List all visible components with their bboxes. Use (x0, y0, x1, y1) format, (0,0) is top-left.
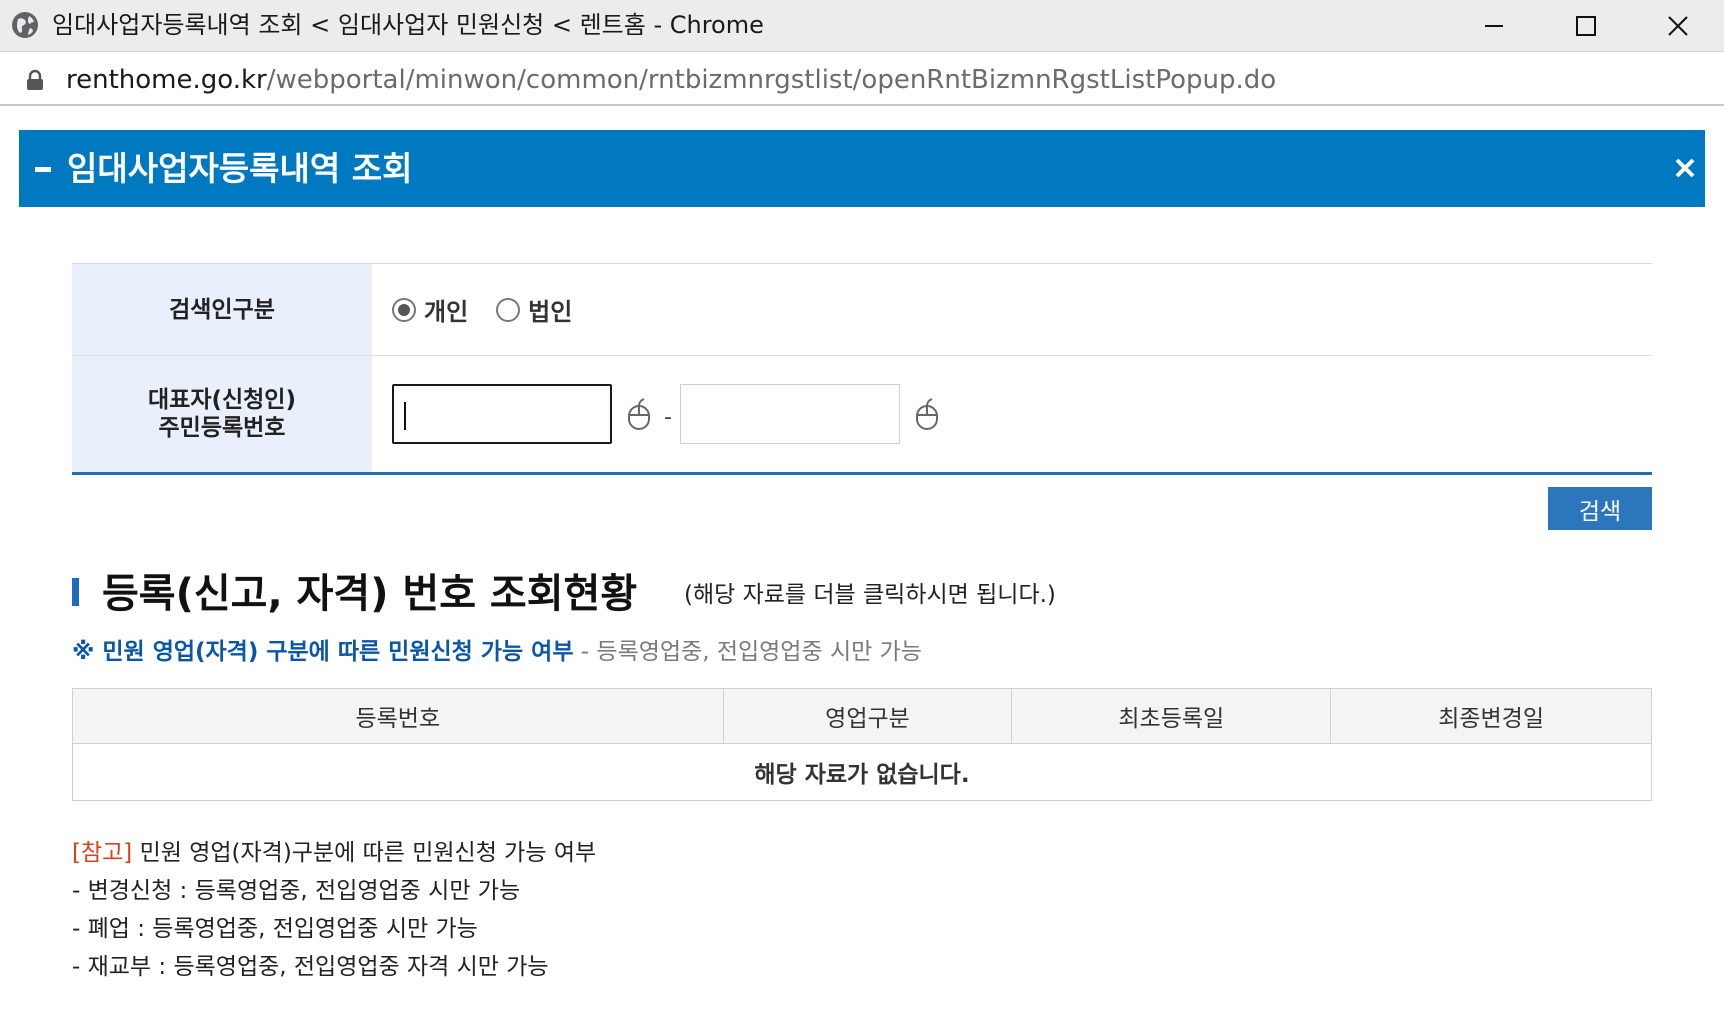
table-header-row: 등록번호 영업구분 최초등록일 최종변경일 (72, 688, 1652, 744)
col-header-registration-number: 등록번호 (72, 688, 724, 744)
mouse-icon (915, 398, 938, 430)
searcher-type-row: 검색인구분 개인 법인 (72, 264, 1652, 356)
popup-close-button[interactable] (1669, 152, 1701, 184)
close-icon (1668, 16, 1688, 36)
url-text[interactable]: renthome.go.kr/webportal/minwon/common/r… (66, 63, 1276, 97)
radio-corporation[interactable]: 법인 (496, 292, 572, 327)
globe-icon (12, 12, 38, 38)
reference-tag: [참고] (72, 840, 133, 866)
url-host: renthome.go.kr (66, 65, 267, 95)
section-title-marker (72, 578, 79, 606)
resident-number-label-line2: 주민등록번호 (158, 415, 286, 441)
notice-strong: ※ 민원 영업(자격) 구분에 따른 민원신청 가능 여부 (72, 639, 574, 665)
note-line: - 변경신청 : 등록영업중, 전입영업중 시만 가능 (72, 878, 521, 904)
radio-individual-label: 개인 (424, 298, 469, 326)
col-header-first-registered: 최초등록일 (1011, 688, 1332, 744)
radio-individual[interactable]: 개인 (392, 292, 468, 327)
address-bar[interactable]: renthome.go.kr/webportal/minwon/common/r… (0, 52, 1724, 106)
result-table: 등록번호 영업구분 최초등록일 최종변경일 해당 자료가 없습니다. (72, 688, 1652, 801)
text-caret (404, 402, 406, 430)
radio-checked-icon (392, 297, 416, 322)
close-icon (1675, 158, 1695, 178)
note-line: - 재교부 : 등록영업중, 전입영업중 자격 시만 가능 (72, 954, 549, 980)
resident-number-row: 대표자(신청인) 주민등록번호 - (72, 356, 1652, 475)
popup-title: 임대사업자등록내역 조회 (67, 149, 413, 188)
lock-icon (27, 69, 43, 90)
maximize-icon (1576, 16, 1596, 36)
virtual-keypad-button-back[interactable] (912, 394, 942, 434)
radio-corporation-label: 법인 (528, 298, 573, 326)
section-subtitle: (해당 자료를 더블 클릭하시면 됩니다.) (684, 582, 1056, 608)
radio-unchecked-icon (496, 297, 521, 322)
resident-number-front-input[interactable] (392, 384, 612, 444)
id-separator: - (664, 404, 672, 430)
reference-text: 민원 영업(자격)구분에 따른 민원신청 가능 여부 (132, 840, 597, 866)
minimize-button[interactable] (1448, 0, 1540, 52)
header-dash-marker (35, 167, 51, 172)
searcher-type-radio-group: 개인 법인 (392, 292, 600, 327)
note-line: - 폐업 : 등록영업중, 전입영업중 시만 가능 (72, 916, 478, 942)
table-row: 해당 자료가 없습니다. (72, 743, 1652, 801)
empty-message: 해당 자료가 없습니다. (72, 743, 1652, 801)
search-form: 검색인구분 개인 법인 대표자(신청인) 주민등록번호 - (72, 263, 1652, 475)
col-header-business-type: 영업구분 (722, 688, 1013, 744)
section-title: 등록(신고, 자격) 번호 조회현황 (102, 571, 638, 617)
url-path: /webportal/minwon/common/rntbizmnrgstlis… (266, 65, 1277, 95)
popup-header: 임대사업자등록내역 조회 (19, 130, 1705, 207)
col-header-last-modified: 최종변경일 (1330, 688, 1652, 744)
searcher-type-label: 검색인구분 (72, 264, 372, 355)
reference-notes: [참고] 민원 영업(자격)구분에 따른 민원신청 가능 여부 - 변경신청 :… (72, 834, 596, 986)
maximize-button[interactable] (1540, 0, 1632, 52)
window-title-bar: 임대사업자등록내역 조회 < 임대사업자 민원신청 < 렌트홈 - Chrome (0, 0, 1724, 52)
search-button[interactable]: 검색 (1548, 487, 1652, 530)
availability-notice: ※ 민원 영업(자격) 구분에 따른 민원신청 가능 여부 - 등록영업중, 전… (72, 637, 922, 667)
resident-number-back-input[interactable] (679, 384, 900, 444)
virtual-keypad-button-front[interactable] (624, 394, 654, 434)
window-close-button[interactable] (1632, 0, 1724, 52)
minimize-icon (1485, 25, 1503, 27)
resident-number-label: 대표자(신청인) 주민등록번호 (72, 356, 372, 472)
window-title: 임대사업자등록내역 조회 < 임대사업자 민원신청 < 렌트홈 - Chrome (52, 11, 764, 39)
resident-number-label-line1: 대표자(신청인) (148, 387, 296, 413)
mouse-icon (628, 398, 650, 430)
notes-heading: [참고] 민원 영업(자격)구분에 따른 민원신청 가능 여부 (72, 834, 596, 872)
notice-rest: - 등록영업중, 전입영업중 시만 가능 (573, 639, 922, 665)
